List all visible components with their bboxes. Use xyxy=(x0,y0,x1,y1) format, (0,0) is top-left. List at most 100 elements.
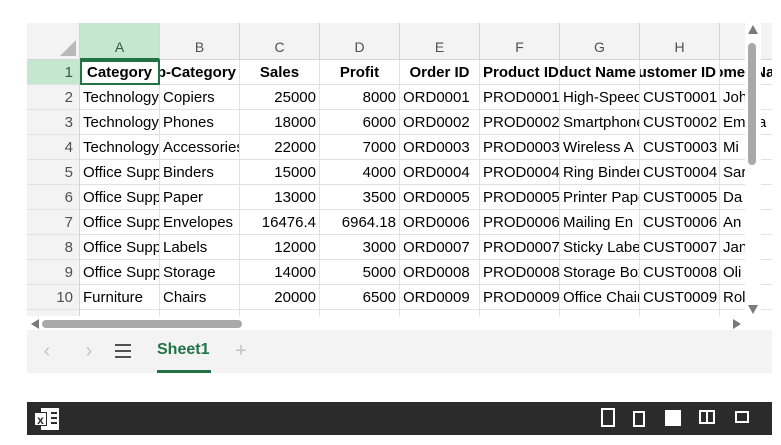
column-header-a[interactable]: A xyxy=(80,23,160,60)
cell[interactable]: ORD0006 xyxy=(400,210,480,235)
copy-document-icon[interactable] xyxy=(633,411,645,427)
cell[interactable]: 6000 xyxy=(320,110,400,135)
cell[interactable]: Copiers xyxy=(160,85,240,110)
cell[interactable]: 3000 xyxy=(320,235,400,260)
scroll-down-arrow-icon[interactable] xyxy=(748,305,758,314)
cell[interactable]: Storage Box xyxy=(560,260,640,285)
book-view-icon[interactable] xyxy=(699,410,715,424)
cell[interactable]: 12000 xyxy=(240,235,320,260)
sheet-tab-sheet1[interactable]: Sheet1 xyxy=(157,341,209,359)
cell[interactable]: Binders xyxy=(160,160,240,185)
cell[interactable]: PROD0002 xyxy=(480,110,560,135)
cell[interactable]: Wireless A xyxy=(560,135,640,160)
cell[interactable]: Storage xyxy=(160,260,240,285)
header-cell[interactable]: Sales xyxy=(240,60,320,85)
restore-window-icon[interactable] xyxy=(735,411,749,423)
cell[interactable]: Office Chair xyxy=(560,285,640,310)
column-header-f[interactable]: F xyxy=(480,23,560,60)
scroll-right-arrow-icon[interactable] xyxy=(733,319,741,329)
cell[interactable]: 22000 xyxy=(240,135,320,160)
cell[interactable]: Office Supplies xyxy=(80,235,160,260)
cell[interactable]: CUST0003 xyxy=(640,135,720,160)
cell[interactable]: PROD0005 xyxy=(480,185,560,210)
cell[interactable]: PROD0008 xyxy=(480,260,560,285)
cell[interactable]: CUST0007 xyxy=(640,235,720,260)
cell[interactable]: 6964.18 xyxy=(320,210,400,235)
header-cell[interactable]: Customer ID xyxy=(640,60,720,85)
cell[interactable]: Envelopes xyxy=(160,210,240,235)
header-cell[interactable]: Sub-Category xyxy=(160,60,240,85)
cell[interactable]: PROD0009 xyxy=(480,285,560,310)
excel-app-icon[interactable]: x xyxy=(34,408,59,430)
sheet-list-icon[interactable] xyxy=(115,344,131,358)
cell[interactable]: ORD0002 xyxy=(400,110,480,135)
cell[interactable]: Labels xyxy=(160,235,240,260)
cell[interactable]: 5000 xyxy=(320,260,400,285)
cell[interactable]: PROD0004 xyxy=(480,160,560,185)
cell[interactable]: CUST0001 xyxy=(640,85,720,110)
column-header-h[interactable]: H xyxy=(640,23,720,60)
column-header-e[interactable]: E xyxy=(400,23,480,60)
row-header[interactable]: 5 xyxy=(27,160,80,185)
cell[interactable]: 16476.4 xyxy=(240,210,320,235)
cell[interactable]: Office Supplies xyxy=(80,260,160,285)
cell[interactable]: 20000 xyxy=(240,285,320,310)
header-cell[interactable]: Category xyxy=(80,60,160,85)
vertical-scroll-thumb[interactable] xyxy=(748,43,756,165)
next-sheet-button[interactable]: › xyxy=(77,330,101,373)
cell[interactable]: Accessories xyxy=(160,135,240,160)
new-document-icon[interactable] xyxy=(601,408,615,427)
row-header[interactable]: 8 xyxy=(27,235,80,260)
row-header[interactable]: 4 xyxy=(27,135,80,160)
cell[interactable]: Ring Binder xyxy=(560,160,640,185)
cell[interactable]: 7000 xyxy=(320,135,400,160)
cell[interactable]: 6500 xyxy=(320,285,400,310)
cell[interactable]: CUST0004 xyxy=(640,160,720,185)
scroll-left-arrow-icon[interactable] xyxy=(31,319,39,329)
header-cell[interactable]: Profit xyxy=(320,60,400,85)
horizontal-scroll-thumb[interactable] xyxy=(42,320,242,328)
cell[interactable]: Paper xyxy=(160,185,240,210)
cell[interactable]: High-Speed Copier xyxy=(560,85,640,110)
column-header-g[interactable]: G xyxy=(560,23,640,60)
cell[interactable]: 13000 xyxy=(240,185,320,210)
cell[interactable]: Sticky Labels xyxy=(560,235,640,260)
column-header-c[interactable]: C xyxy=(240,23,320,60)
column-header-d[interactable]: D xyxy=(320,23,400,60)
cell[interactable]: Technology xyxy=(80,110,160,135)
cell[interactable]: ORD0008 xyxy=(400,260,480,285)
cell[interactable]: ORD0009 xyxy=(400,285,480,310)
cell[interactable]: PROD0001 xyxy=(480,85,560,110)
row-header[interactable]: 6 xyxy=(27,185,80,210)
header-cell[interactable]: Order ID xyxy=(400,60,480,85)
vertical-scrollbar[interactable] xyxy=(745,23,761,330)
cell[interactable]: CUST0002 xyxy=(640,110,720,135)
header-cell[interactable]: Product ID xyxy=(480,60,560,85)
cell[interactable]: Office Supplies xyxy=(80,160,160,185)
cell[interactable]: Office Supplies xyxy=(80,210,160,235)
cell[interactable]: 15000 xyxy=(240,160,320,185)
cell[interactable]: PROD0006 xyxy=(480,210,560,235)
cell[interactable]: Office Supplies xyxy=(80,185,160,210)
cell[interactable]: ORD0001 xyxy=(400,85,480,110)
cell[interactable]: 25000 xyxy=(240,85,320,110)
header-cell[interactable]: Product Name xyxy=(560,60,640,85)
scroll-up-arrow-icon[interactable] xyxy=(748,25,758,34)
row-header[interactable]: 10 xyxy=(27,285,80,310)
cell[interactable]: CUST0006 xyxy=(640,210,720,235)
cell[interactable]: Mailing En xyxy=(560,210,640,235)
add-sheet-button[interactable]: + xyxy=(229,330,253,373)
cell[interactable]: ORD0003 xyxy=(400,135,480,160)
cell[interactable]: Phones xyxy=(160,110,240,135)
cell[interactable]: 3500 xyxy=(320,185,400,210)
cell[interactable]: PROD0007 xyxy=(480,235,560,260)
cell[interactable]: Furniture xyxy=(80,285,160,310)
cell[interactable]: CUST0009 xyxy=(640,285,720,310)
column-header-b[interactable]: B xyxy=(160,23,240,60)
cell[interactable]: PROD0003 xyxy=(480,135,560,160)
save-icon[interactable] xyxy=(665,410,681,426)
cell[interactable]: CUST0005 xyxy=(640,185,720,210)
row-header[interactable]: 1 xyxy=(27,60,80,85)
cell[interactable]: Technology xyxy=(80,85,160,110)
cell[interactable]: ORD0004 xyxy=(400,160,480,185)
